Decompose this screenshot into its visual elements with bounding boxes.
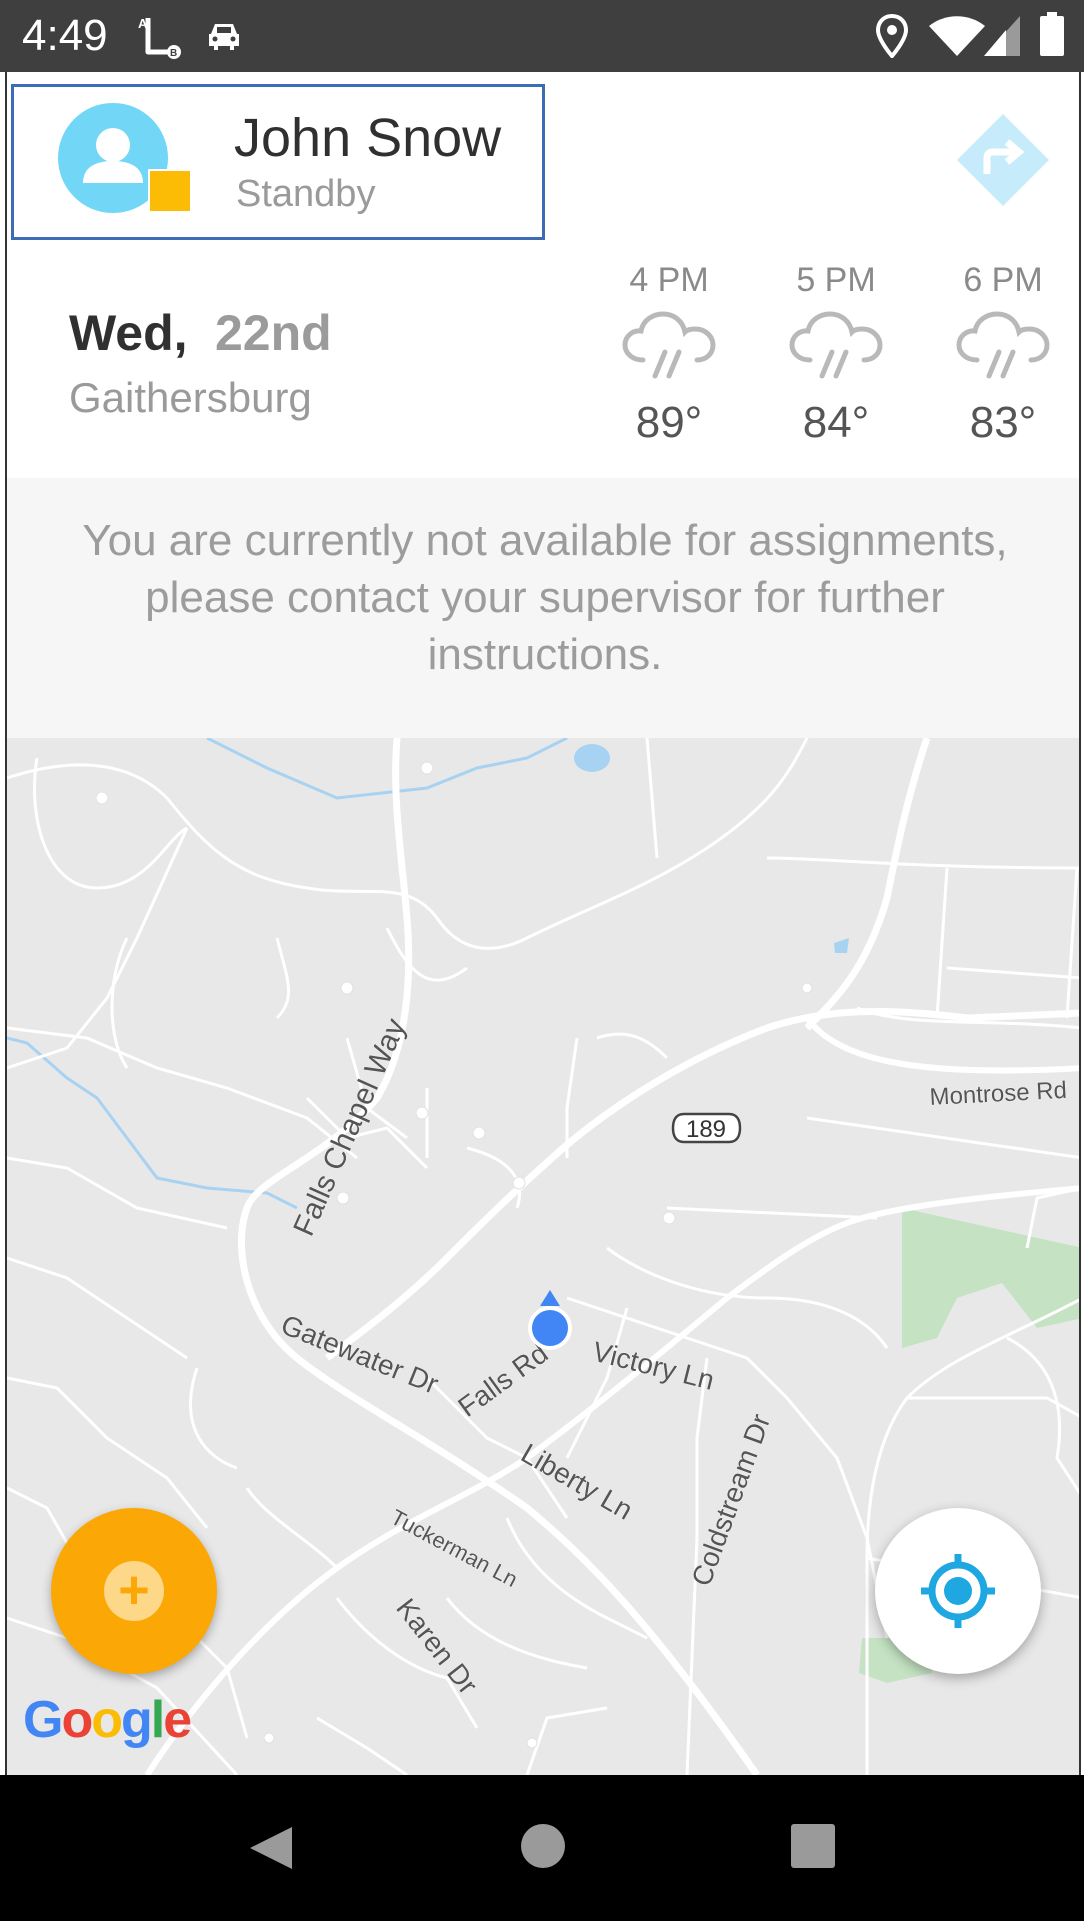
locate-me-button[interactable] <box>875 1508 1041 1674</box>
street-label: Falls Rd <box>452 1337 553 1422</box>
battery-icon <box>1040 12 1064 56</box>
forecast-temp: 83° <box>969 398 1037 447</box>
system-nav-bar <box>0 1775 1084 1921</box>
forecast-item: 4 PM 89° <box>614 260 724 448</box>
street-label: Tuckerman Ln <box>387 1504 522 1592</box>
cell-signal-icon <box>984 16 1020 56</box>
street-label: Coldstream Dr <box>686 1410 777 1590</box>
notice-line: instructions. <box>427 630 663 679</box>
rain-cloud-icon <box>622 311 716 379</box>
current-location-marker <box>528 1290 572 1350</box>
forecast-temp: 84° <box>802 398 870 447</box>
crosshair-locate-icon <box>921 1554 995 1628</box>
home-icon[interactable] <box>520 1823 566 1869</box>
user-name: John Snow <box>234 108 502 168</box>
notice-line: please contact your supervisor for furth… <box>145 573 945 622</box>
profile-card[interactable]: John Snow Standby <box>11 84 545 240</box>
rain-cloud-icon <box>956 311 1050 379</box>
status-indicator <box>148 169 192 213</box>
notice-line: You are currently not available for assi… <box>82 516 1008 565</box>
route-shield: 189 <box>671 1112 742 1144</box>
rain-cloud-icon <box>789 311 883 379</box>
add-button[interactable]: + <box>51 1508 217 1674</box>
forecast-hour: 6 PM <box>963 261 1043 299</box>
street-label: Victory Ln <box>590 1336 718 1396</box>
street-label: Gatewater Dr <box>277 1309 443 1400</box>
ab-app-icon: A B <box>138 16 181 59</box>
availability-notice: You are currently not available for assi… <box>7 478 1079 738</box>
wifi-icon <box>929 16 985 56</box>
forecast-temp: 89° <box>635 398 703 447</box>
forecast-item: 5 PM 84° <box>781 260 891 448</box>
forecast-hour: 4 PM <box>629 261 709 299</box>
route-number: 189 <box>686 1116 726 1143</box>
recents-icon[interactable] <box>790 1823 836 1869</box>
car-icon <box>209 24 239 50</box>
svg-text:A: A <box>138 16 148 31</box>
google-logo: Google <box>23 1691 192 1749</box>
clock: 4:49 <box>22 11 108 60</box>
forecast-hour: 5 PM <box>796 261 876 299</box>
turn-right-diamond-icon[interactable] <box>955 112 1051 208</box>
date-label: 22nd <box>215 305 332 361</box>
street-label: Montrose Rd <box>929 1077 1068 1111</box>
street-label: Karen Dr <box>390 1593 483 1700</box>
day-label: Wed, <box>69 305 188 361</box>
location-pin-icon <box>876 14 908 58</box>
back-icon[interactable] <box>246 1823 296 1873</box>
app-content: John Snow Standby Wed, 22nd Gaithersburg… <box>5 72 1081 1775</box>
city-label: Gaithersburg <box>69 374 312 421</box>
status-bar: 4:49 A B <box>0 0 1084 72</box>
plus-icon: + <box>104 1561 164 1621</box>
forecast-item: 6 PM 83° <box>948 260 1058 448</box>
user-status: Standby <box>236 173 376 215</box>
svg-text:B: B <box>170 48 177 59</box>
